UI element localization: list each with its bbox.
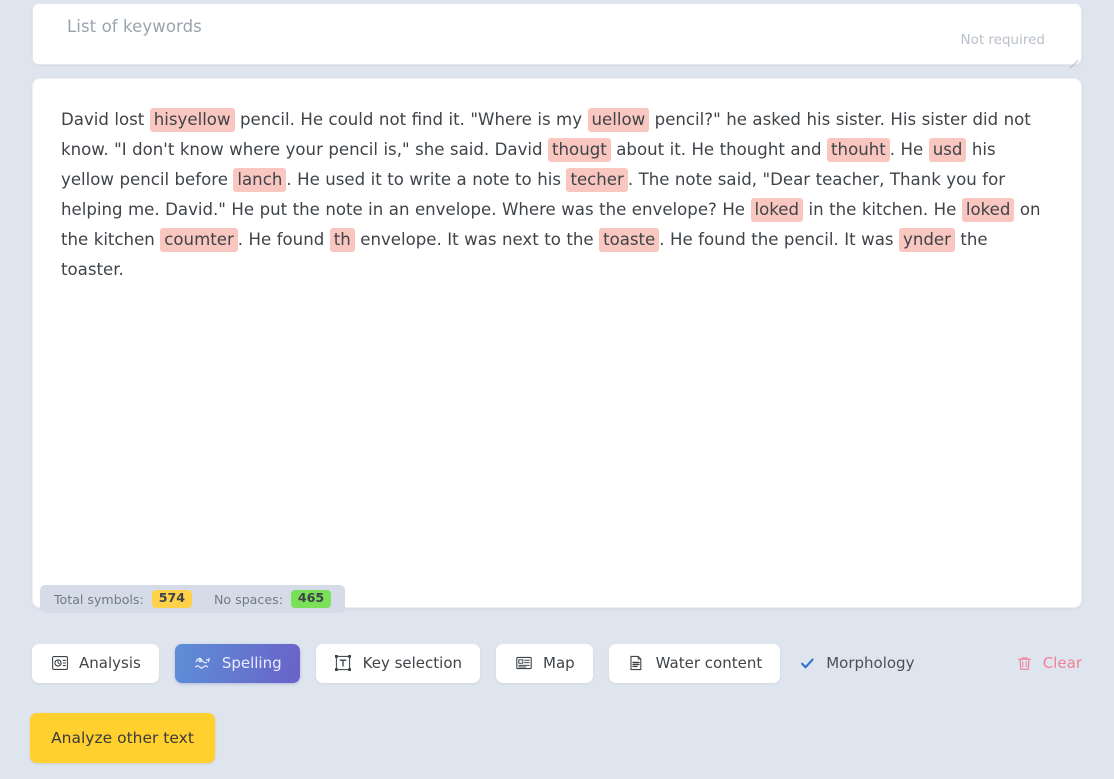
analysis-toolbar: Analysis Spelling Key selection Map Wate… <box>32 643 1082 683</box>
tab-map-label: Map <box>543 654 575 672</box>
keywords-input[interactable]: List of keywords Not required <box>32 3 1082 69</box>
map-icon <box>514 654 533 673</box>
tab-analysis[interactable]: Analysis <box>32 643 159 683</box>
keywords-field-wrapper: List of keywords Not required <box>32 3 1082 69</box>
stat-total-symbols: Total symbols: 574 <box>54 590 192 608</box>
total-symbols-label: Total symbols: <box>54 591 144 607</box>
no-spaces-value: 465 <box>290 590 332 608</box>
text-content-panel[interactable]: David lost hisyellow pencil. He could no… <box>32 78 1082 608</box>
analyzed-text: David lost hisyellow pencil. He could no… <box>61 108 1041 279</box>
analysis-icon <box>50 654 69 673</box>
stat-no-spaces: No spaces: 465 <box>214 590 332 608</box>
check-icon[interactable] <box>800 656 815 671</box>
resize-handle-icon[interactable] <box>1066 50 1078 69</box>
key-selection-icon <box>334 654 353 673</box>
spelling-error-highlight[interactable]: loked <box>961 198 1015 222</box>
keywords-placeholder: List of keywords <box>67 17 202 36</box>
spelling-error-highlight[interactable]: thougt <box>548 138 611 162</box>
trash-icon <box>1015 654 1034 673</box>
spelling-error-highlight[interactable]: ynder <box>899 228 955 252</box>
tab-key-selection[interactable]: Key selection <box>315 643 481 683</box>
spelling-error-highlight[interactable]: lanch <box>233 168 287 192</box>
tab-water-content[interactable]: Water content <box>608 643 781 683</box>
checkbox-morphology-label: Morphology <box>826 654 915 672</box>
clear-button-label: Clear <box>1042 654 1082 672</box>
clear-button[interactable]: Clear <box>1015 654 1082 673</box>
tab-key-selection-label: Key selection <box>362 654 463 672</box>
spelling-error-highlight[interactable]: coumter <box>160 228 238 252</box>
spelling-error-highlight[interactable]: techer <box>566 168 628 192</box>
spelling-error-highlight[interactable]: toaste <box>599 228 660 252</box>
checkbox-morphology[interactable]: Morphology <box>796 654 914 672</box>
analyze-other-text-button[interactable]: Analyze other text <box>30 713 215 763</box>
spelling-error-highlight[interactable]: loked <box>750 198 804 222</box>
spelling-error-highlight[interactable]: usd <box>928 138 967 162</box>
no-spaces-label: No spaces: <box>214 591 283 607</box>
spelling-error-highlight[interactable]: th <box>329 228 355 252</box>
tab-map[interactable]: Map <box>496 643 593 683</box>
water-content-icon <box>627 654 646 673</box>
spelling-error-highlight[interactable]: uellow <box>587 108 650 132</box>
tab-water-content-label: Water content <box>655 654 763 672</box>
text-statistics-bar: Total symbols: 574 No spaces: 465 <box>40 585 346 613</box>
total-symbols-value: 574 <box>151 590 192 608</box>
spelling-error-highlight[interactable]: hisyellow <box>149 108 235 132</box>
tab-spelling[interactable]: Spelling <box>174 643 300 683</box>
spelling-icon <box>193 654 212 673</box>
tab-spelling-label: Spelling <box>221 654 282 672</box>
tab-analysis-label: Analysis <box>79 654 141 672</box>
keywords-not-required-hint: Not required <box>960 32 1045 48</box>
spelling-error-highlight[interactable]: thouht <box>827 138 890 162</box>
